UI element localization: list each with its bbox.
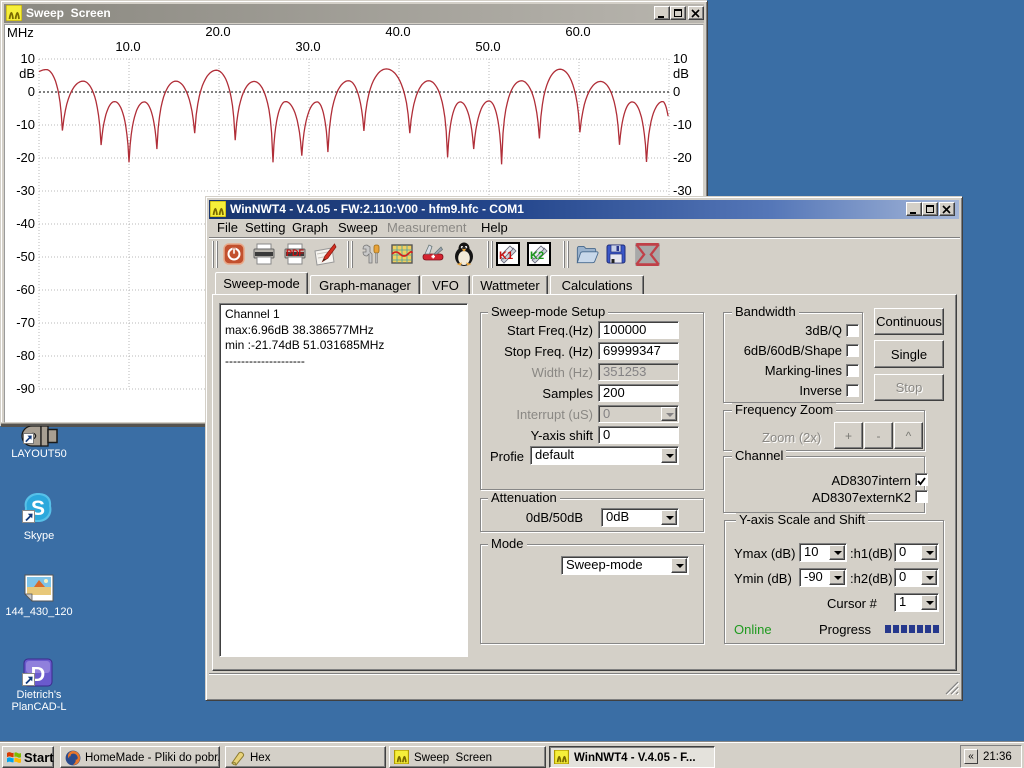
svg-text:PDF: PDF [286,248,305,258]
svg-text:K2: K2 [530,250,544,262]
svg-text:K1: K1 [499,250,513,262]
